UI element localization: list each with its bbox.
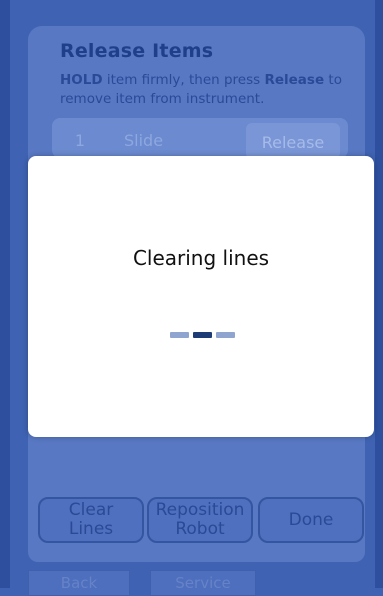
app-edge-right <box>375 0 383 588</box>
instruction-hold: HOLD <box>60 72 103 88</box>
done-button[interactable]: Done <box>258 497 364 543</box>
spinner-dash-2 <box>193 332 212 338</box>
dialog-message: Clearing lines <box>132 246 270 270</box>
release-button[interactable]: Release <box>246 123 340 159</box>
item-name: Slide <box>124 131 164 150</box>
instruction-release: Release <box>264 72 325 88</box>
progress-spinner <box>170 332 235 338</box>
instruction-mid: item firmly, then press <box>102 72 265 88</box>
clear-lines-button[interactable]: Clear Lines <box>38 497 144 543</box>
panel-title: Release Items <box>60 40 214 62</box>
clearing-lines-dialog: Clearing lines <box>28 156 374 437</box>
item-number: 1 <box>74 131 86 150</box>
service-tab[interactable]: Service <box>150 570 256 596</box>
panel-instructions: HOLD item firmly, then press Release to … <box>60 71 360 109</box>
spinner-dash-1 <box>170 332 189 338</box>
reposition-robot-button[interactable]: Reposition Robot <box>147 497 253 543</box>
app-edge-left <box>0 0 10 588</box>
back-tab[interactable]: Back <box>28 570 130 596</box>
spinner-dash-3 <box>216 332 235 338</box>
